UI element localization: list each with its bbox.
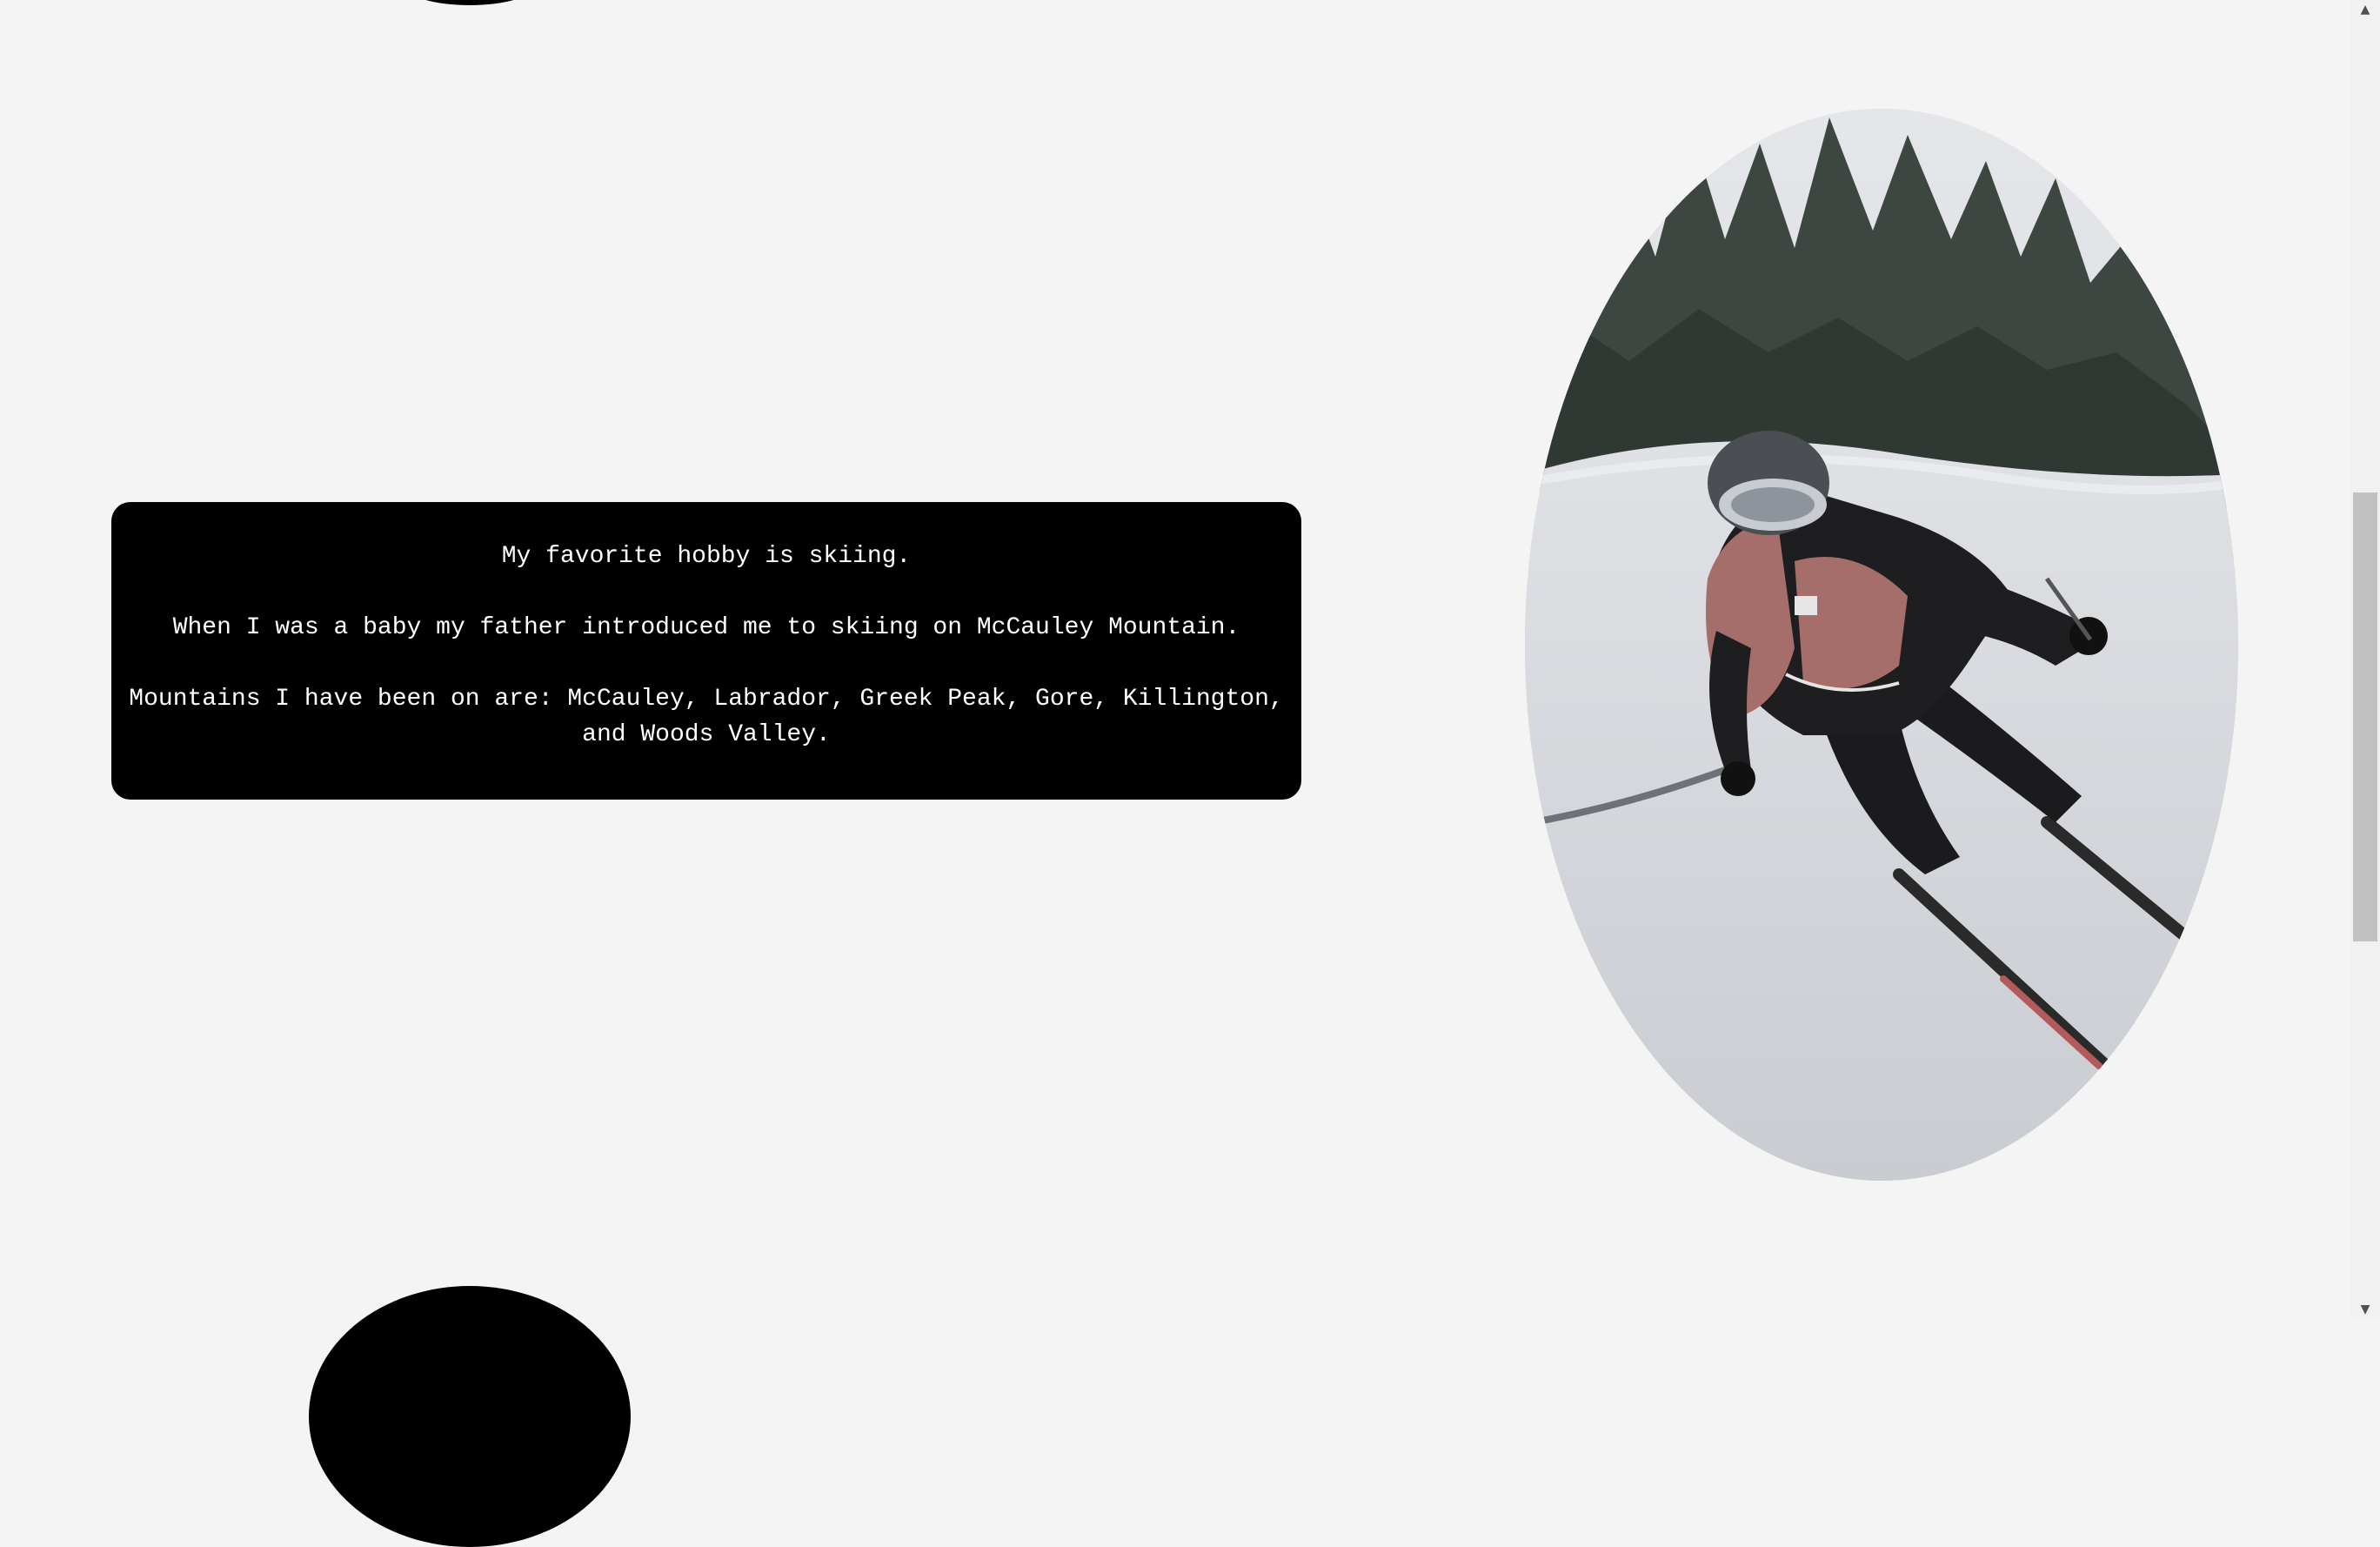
scroll-up-arrow-icon[interactable]: ▲ (2350, 0, 2380, 19)
hobby-line-favorite: My favorite hobby is skiing. (501, 543, 912, 570)
scroll-down-arrow-icon[interactable]: ▼ (2350, 1300, 2380, 1319)
skier-photo-illustration (1525, 109, 2238, 1181)
hobby-line-mountains: Mountains I have been on are: McCauley, … (129, 686, 1284, 748)
vertical-scrollbar[interactable]: ▲ ▼ (2350, 0, 2380, 1319)
hobby-text-card: My favorite hobby is skiing. When I was … (111, 502, 1301, 800)
decorative-circle-bottom (309, 1286, 631, 1547)
scrollbar-thumb[interactable] (2353, 492, 2377, 941)
decorative-circle-top (404, 0, 535, 5)
skier-photo (1525, 109, 2238, 1181)
hobby-line-father: When I was a baby my father introduced m… (172, 614, 1240, 641)
